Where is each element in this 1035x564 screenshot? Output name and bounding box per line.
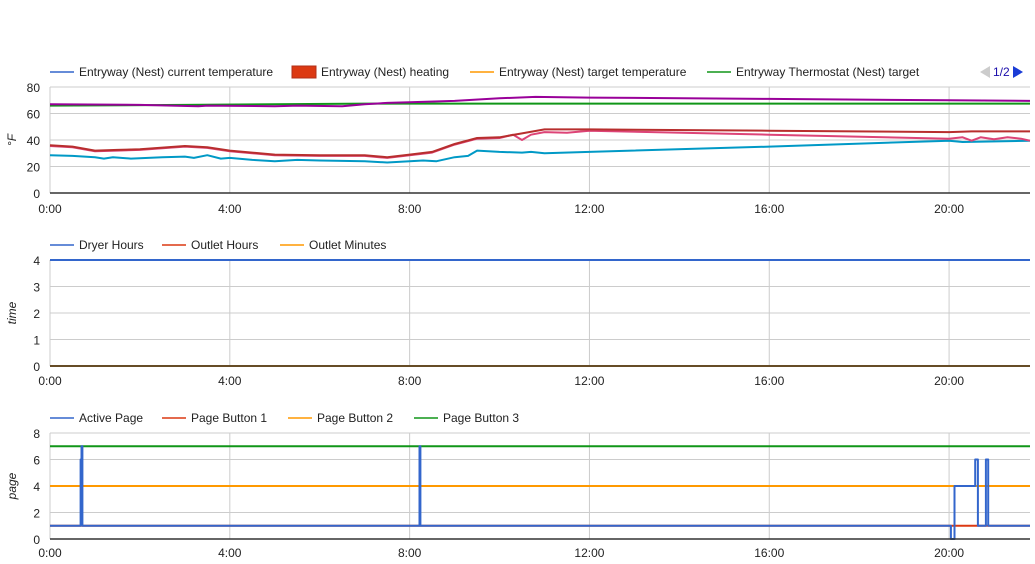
y-axis-title: °F <box>5 133 19 146</box>
y-axis-title: page <box>5 472 19 500</box>
x-tick-label: 0:00 <box>38 202 62 216</box>
legend-label: Page Button 3 <box>443 411 519 425</box>
legend-label: Entryway (Nest) target temperature <box>499 65 687 79</box>
y-tick-label: 8 <box>33 427 40 441</box>
legend-item[interactable]: Outlet Hours <box>162 238 258 252</box>
series-line[interactable] <box>50 445 1030 540</box>
legend-item[interactable]: Entryway (Nest) current temperature <box>50 65 273 79</box>
x-tick-label: 8:00 <box>398 546 422 560</box>
series-line[interactable] <box>49 139 1031 164</box>
legend-label: Page Button 1 <box>191 411 267 425</box>
x-tick-label: 0:00 <box>38 546 62 560</box>
legend-label: Outlet Minutes <box>309 238 386 252</box>
y-tick-label: 4 <box>33 254 40 268</box>
y-tick-label: 3 <box>33 281 40 295</box>
x-tick-label: 4:00 <box>218 546 242 560</box>
x-tick-label: 12:00 <box>574 546 604 560</box>
next-page-icon[interactable] <box>1012 66 1023 78</box>
y-tick-label: 0 <box>33 360 40 374</box>
legend-item[interactable]: Page Button 3 <box>414 411 519 425</box>
y-tick-label: 20 <box>27 161 41 175</box>
x-tick-label: 12:00 <box>574 202 604 216</box>
x-tick-label: 4:00 <box>218 374 242 388</box>
y-tick-label: 60 <box>27 108 41 122</box>
x-tick-label: 16:00 <box>754 202 784 216</box>
x-tick-label: 0:00 <box>38 374 62 388</box>
y-tick-label: 4 <box>33 480 40 494</box>
legend-item[interactable]: Entryway Thermostat (Nest) target <box>707 65 920 79</box>
y-tick-label: 1 <box>33 334 40 348</box>
legend-swatch <box>291 65 317 79</box>
legend-pager: 1/2 <box>980 65 1023 79</box>
legend-label: Entryway (Nest) current temperature <box>79 65 273 79</box>
legend-item[interactable]: Entryway (Nest) target temperature <box>470 65 687 79</box>
y-tick-label: 2 <box>33 307 40 321</box>
x-tick-label: 16:00 <box>754 546 784 560</box>
y-tick-label: 2 <box>33 507 40 521</box>
y-tick-label: 0 <box>33 187 40 201</box>
legend-label: Page Button 2 <box>317 411 393 425</box>
legend-item[interactable]: Outlet Minutes <box>280 238 386 252</box>
chart-1: Entryway (Nest) current temperature Entry… <box>5 65 1031 216</box>
x-tick-label: 16:00 <box>754 374 784 388</box>
y-tick-label: 40 <box>27 134 41 148</box>
x-tick-label: 8:00 <box>398 374 422 388</box>
legend-item[interactable]: Dryer Hours <box>50 238 144 252</box>
legend-label: Dryer Hours <box>79 238 144 252</box>
chart-3: Active Page Page Button 1 Page Button 2 Pag… <box>5 411 1030 560</box>
y-tick-label: 80 <box>27 81 41 95</box>
legend-item[interactable]: Page Button 1 <box>162 411 267 425</box>
previous-page-icon[interactable] <box>980 66 990 78</box>
x-tick-label: 12:00 <box>574 374 604 388</box>
legend-label: Entryway Thermostat (Nest) target <box>736 65 920 79</box>
y-tick-label: 6 <box>33 454 40 468</box>
legend-item[interactable]: Page Button 2 <box>288 411 393 425</box>
legend-label: Outlet Hours <box>191 238 258 252</box>
x-tick-label: 8:00 <box>398 202 422 216</box>
history-charts: Entryway (Nest) current temperature Entry… <box>5 65 1031 560</box>
x-tick-label: 20:00 <box>934 546 964 560</box>
y-tick-label: 0 <box>33 533 40 547</box>
pager-label: 1/2 <box>993 65 1010 79</box>
legend-label: Active Page <box>79 411 143 425</box>
x-tick-label: 4:00 <box>218 202 242 216</box>
legend-item[interactable]: Entryway (Nest) heating <box>291 65 449 79</box>
x-tick-label: 20:00 <box>934 374 964 388</box>
chart-2: Dryer Hours Outlet Hours Outlet Minutes012… <box>5 238 1030 388</box>
y-axis-title: time <box>5 301 19 324</box>
legend-label: Entryway (Nest) heating <box>321 65 449 79</box>
x-tick-label: 20:00 <box>934 202 964 216</box>
legend-item[interactable]: Active Page <box>50 411 143 425</box>
